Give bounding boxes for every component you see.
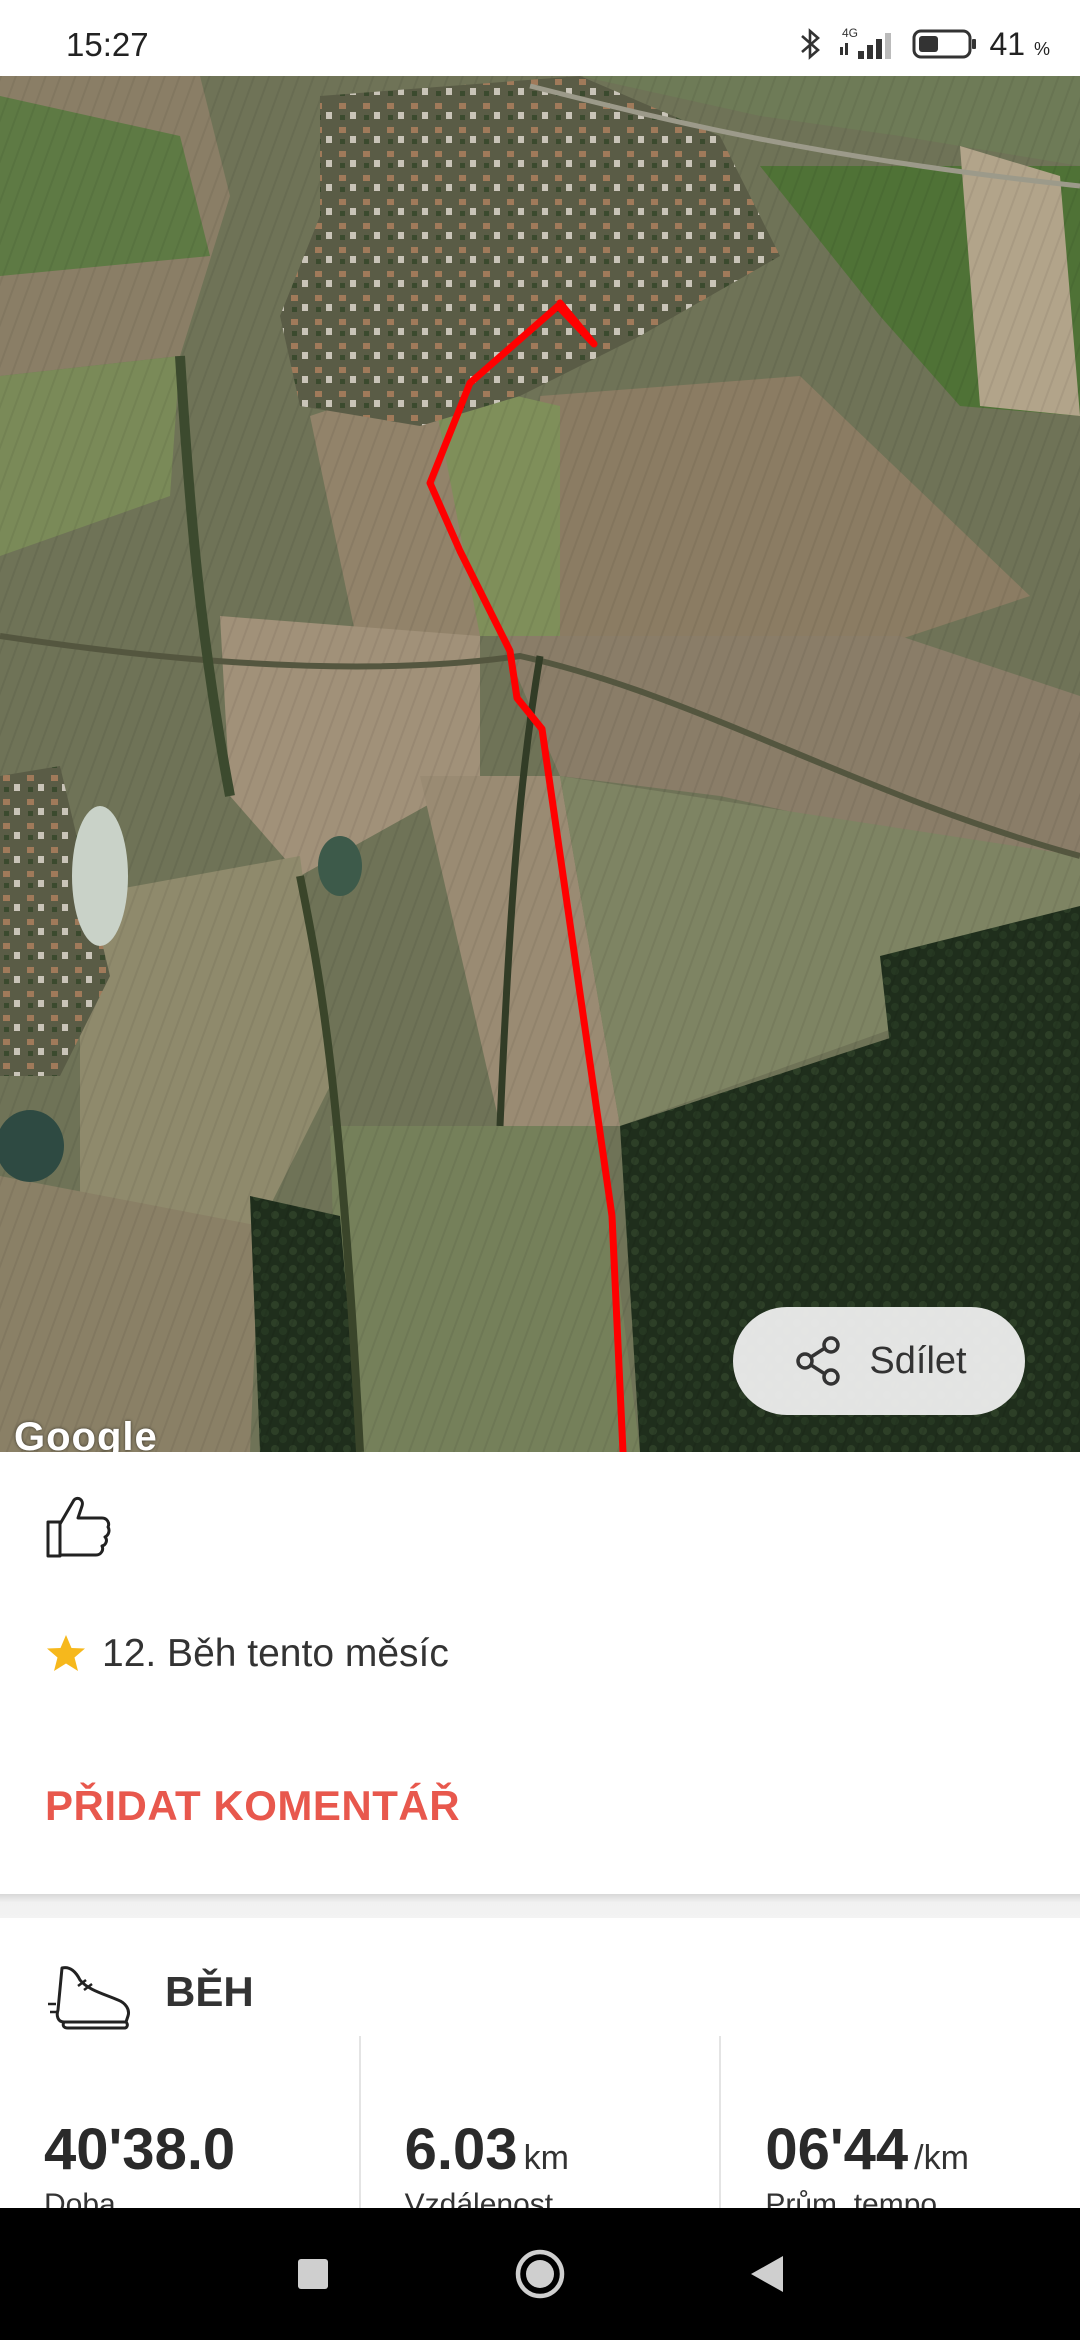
signal-icon: 4G	[839, 26, 891, 59]
status-icons: 4G 41 %	[798, 24, 1051, 64]
distance-unit: km	[523, 2139, 569, 2177]
satellite-map	[0, 76, 1080, 1452]
add-comment-button[interactable]: PŘIDAT KOMENTÁŘ	[45, 1782, 460, 1830]
home-icon	[515, 2249, 565, 2299]
recents-icon	[298, 2259, 329, 2289]
status-bar: 15:27 4G 41 %	[0, 0, 1080, 76]
route-map[interactable]: Google Sdílet	[0, 76, 1080, 1452]
stat-distance: 6.03 km Vzdálenost	[358, 2036, 720, 2221]
back-button[interactable]	[727, 2234, 807, 2314]
distance-value: 6.03	[404, 2117, 518, 2182]
clock: 15:27	[66, 26, 149, 63]
home-button[interactable]	[500, 2234, 580, 2314]
pace-unit: /km	[914, 2139, 969, 2177]
running-shoe-icon	[48, 1966, 130, 2030]
share-button[interactable]: Sdílet	[733, 1307, 1025, 1415]
recents-button[interactable]	[273, 2234, 353, 2314]
share-icon	[796, 1336, 841, 1386]
back-icon	[750, 2256, 783, 2292]
stat-duration: 40'38.0 Doba	[0, 2036, 359, 2221]
thumbs-up-icon[interactable]	[42, 1492, 112, 1562]
pace-value: 06'44	[765, 2117, 909, 2182]
share-label: Sdílet	[869, 1339, 967, 1382]
stats-row: 40'38.0 Doba 6.03 km Vzdálenost 06'44/km …	[0, 2036, 1080, 2221]
battery-percent: 41 %	[989, 25, 1051, 62]
divider	[0, 1894, 1080, 1918]
activity-feedback-card: 12. Běh tento měsíc PŘIDAT KOMENTÁŘ	[0, 1452, 1080, 1894]
stat-pace: 06'44/km Prům. tempo	[719, 2036, 1080, 2221]
activity-type: BĚH	[165, 1968, 254, 2015]
star-icon	[47, 1635, 85, 1671]
activity-stats-card: BĚH 40'38.0 Doba 6.03 km Vzdálenost 06'44…	[0, 1918, 1080, 2221]
battery-icon	[912, 29, 976, 59]
bluetooth-icon	[800, 28, 820, 60]
google-attribution: Google	[14, 1415, 158, 1452]
achievement: 12. Běh tento měsíc	[44, 1632, 449, 1676]
system-nav-bar	[0, 2208, 1080, 2340]
duration-value: 40'38.0	[44, 2117, 236, 2182]
network-type: 4G	[842, 26, 858, 40]
achievement-text: 12. Běh tento měsíc	[102, 1632, 449, 1675]
